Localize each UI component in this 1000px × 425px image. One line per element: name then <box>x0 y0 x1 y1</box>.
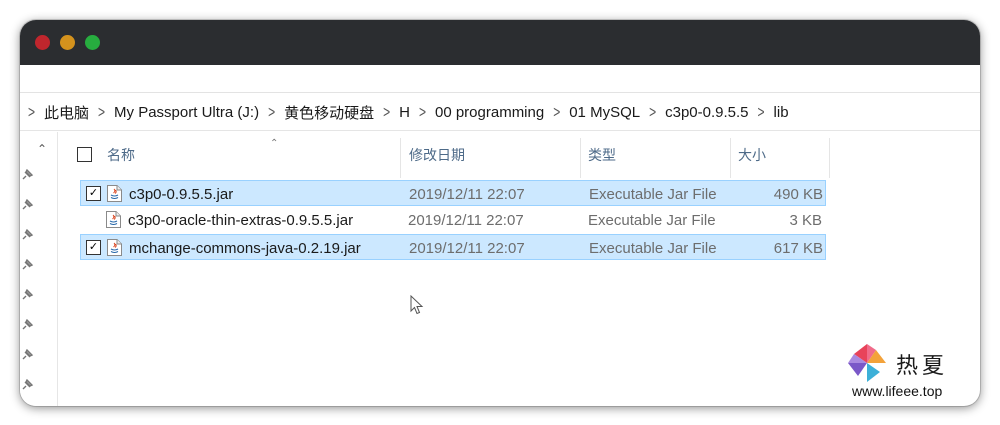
file-type: Executable Jar File <box>589 239 717 257</box>
file-size: 3 KB <box>789 211 822 229</box>
java-jar-file-icon <box>106 211 121 228</box>
maximize-button[interactable] <box>85 35 100 50</box>
file-checkbox-checked[interactable]: ✓ <box>86 186 101 201</box>
minimize-button[interactable] <box>60 35 75 50</box>
pinwheel-logo-icon <box>848 344 886 382</box>
column-header-size-label: 大小 <box>738 147 766 163</box>
pin-icon[interactable] <box>20 198 34 212</box>
chevron-right-icon[interactable]: > <box>268 102 275 122</box>
breadcrumb-item[interactable]: c3p0-0.9.5.5 <box>665 104 748 121</box>
file-type: Executable Jar File <box>588 211 716 229</box>
column-divider[interactable] <box>580 138 581 178</box>
watermark-url: www.lifeee.top <box>852 383 943 399</box>
file-modified: 2019/12/11 22:07 <box>409 185 525 203</box>
chevron-right-icon[interactable]: > <box>419 102 426 122</box>
file-type: Executable Jar File <box>589 185 717 203</box>
pin-icon[interactable] <box>20 348 34 362</box>
column-divider[interactable] <box>730 138 731 178</box>
file-checkbox-checked[interactable]: ✓ <box>86 240 101 255</box>
column-header-modified[interactable]: 修改日期 <box>409 132 579 178</box>
breadcrumb-item[interactable]: H <box>399 104 410 121</box>
chevron-right-icon[interactable]: > <box>28 102 35 122</box>
java-jar-file-icon <box>107 185 122 202</box>
file-name[interactable]: c3p0-oracle-thin-extras-0.9.5.5.jar <box>128 207 353 233</box>
close-button[interactable] <box>35 35 50 50</box>
file-size: 617 KB <box>773 239 823 257</box>
pin-icon[interactable] <box>20 258 34 272</box>
breadcrumb-item[interactable]: 00 programming <box>435 104 544 121</box>
column-header-row: ⌃ 名称 修改日期 类型 大小 <box>58 132 858 178</box>
column-divider[interactable] <box>829 138 830 178</box>
navigation-pane[interactable]: ⌃ <box>20 132 58 406</box>
chevron-right-icon[interactable]: > <box>758 102 765 122</box>
pin-icon[interactable] <box>20 378 34 392</box>
java-jar-file-icon <box>107 239 122 256</box>
pin-icon[interactable] <box>20 318 34 332</box>
column-header-size[interactable]: 大小 <box>738 132 828 178</box>
chevron-right-icon[interactable]: > <box>649 102 656 122</box>
scroll-up-icon[interactable]: ⌃ <box>37 142 47 156</box>
breadcrumb-item[interactable]: 01 MySQL <box>569 104 640 121</box>
file-row[interactable]: ✓ c3p0-0.9.5.5.jar 2019/12/11 22:07 Exec… <box>80 180 826 206</box>
file-row[interactable]: c3p0-oracle-thin-extras-0.9.5.5.jar 2019… <box>80 207 826 233</box>
select-all-checkbox[interactable] <box>77 147 92 162</box>
file-row[interactable]: ✓ mchange-commons-java-0.2.19.jar 2019/1… <box>80 234 826 260</box>
file-modified: 2019/12/11 22:07 <box>409 239 525 257</box>
breadcrumb-item[interactable]: 此电脑 <box>44 102 89 123</box>
column-header-type-label: 类型 <box>588 147 616 163</box>
file-modified: 2019/12/11 22:07 <box>408 211 524 229</box>
chevron-right-icon[interactable]: > <box>98 102 105 122</box>
file-name[interactable]: c3p0-0.9.5.5.jar <box>129 181 233 207</box>
column-divider[interactable] <box>400 138 401 178</box>
column-header-name-label: 名称 <box>107 147 135 163</box>
file-explorer-window: > 此电脑 > My Passport Ultra (J:) > 黄色移动硬盘 … <box>20 20 980 406</box>
breadcrumb-item[interactable]: 黄色移动硬盘 <box>284 102 374 123</box>
pin-icon[interactable] <box>20 168 34 182</box>
title-bar[interactable] <box>20 20 980 65</box>
ribbon-area <box>20 65 980 93</box>
column-header-modified-label: 修改日期 <box>409 147 465 163</box>
file-size: 490 KB <box>773 185 823 203</box>
watermark-title: 热夏 <box>896 354 949 379</box>
column-header-type[interactable]: 类型 <box>588 132 728 178</box>
pin-icon[interactable] <box>20 288 34 302</box>
breadcrumb-item-current[interactable]: lib <box>774 104 789 121</box>
pin-icon[interactable] <box>20 228 34 242</box>
chevron-right-icon[interactable]: > <box>383 102 390 122</box>
chevron-right-icon[interactable]: > <box>553 102 560 122</box>
column-header-name[interactable]: 名称 <box>107 132 397 178</box>
file-name[interactable]: mchange-commons-java-0.2.19.jar <box>129 235 361 261</box>
mouse-cursor-icon <box>410 295 424 315</box>
breadcrumb-item[interactable]: My Passport Ultra (J:) <box>114 104 259 121</box>
breadcrumb: > 此电脑 > My Passport Ultra (J:) > 黄色移动硬盘 … <box>20 94 980 131</box>
